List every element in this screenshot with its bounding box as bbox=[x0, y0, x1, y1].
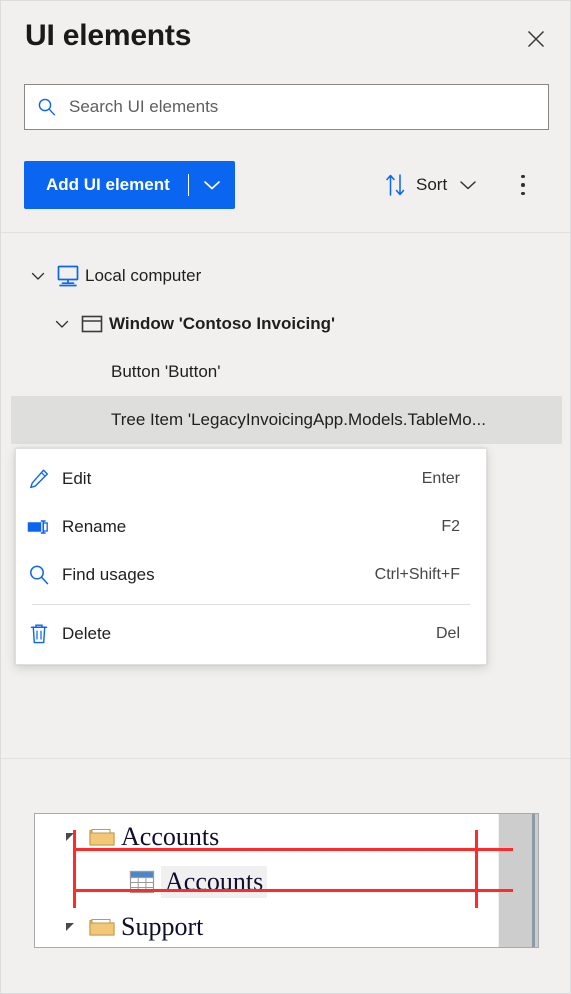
preview-row: Support bbox=[35, 904, 538, 947]
close-button[interactable] bbox=[518, 21, 554, 57]
search-input[interactable] bbox=[69, 97, 509, 117]
element-preview-pane: Accounts Accounts Support bbox=[1, 758, 570, 993]
more-vertical-icon bbox=[521, 172, 525, 198]
rename-icon bbox=[16, 517, 62, 537]
menu-item-edit[interactable]: Edit Enter bbox=[16, 455, 486, 503]
menu-item-label: Delete bbox=[62, 624, 112, 643]
triangle-expanded-icon bbox=[57, 830, 83, 844]
sort-label: Sort bbox=[416, 175, 448, 194]
tree-row-selected[interactable]: Tree Item 'LegacyInvoicingApp.Models.Tab… bbox=[11, 396, 562, 444]
tree-item-label: Local computer bbox=[85, 266, 202, 285]
chevron-down-icon[interactable] bbox=[49, 319, 75, 329]
menu-item-label: Find usages bbox=[62, 565, 155, 584]
preview-scrollbar bbox=[498, 814, 538, 947]
add-ui-element-button[interactable]: Add UI element bbox=[24, 161, 235, 209]
preview-row-label: Support bbox=[121, 911, 204, 941]
ui-elements-panel: UI elements Add UI element bbox=[0, 0, 571, 994]
search-icon bbox=[25, 97, 69, 117]
panel-header: UI elements Add UI element bbox=[1, 1, 570, 233]
tree-item-label: Button 'Button' bbox=[111, 362, 221, 381]
sort-arrows-icon bbox=[385, 173, 407, 197]
tree-row[interactable]: Button 'Button' bbox=[1, 348, 570, 396]
more-options-button[interactable] bbox=[507, 168, 539, 202]
page-title: UI elements bbox=[25, 19, 192, 52]
preview-row-label: Accounts bbox=[121, 821, 220, 851]
annotation-line-right bbox=[475, 830, 478, 908]
context-menu: Edit Enter Rename F2 Find usages Ctrl+Sh… bbox=[15, 448, 487, 665]
annotation-line-bottom bbox=[73, 889, 513, 892]
monitor-icon bbox=[51, 264, 85, 288]
menu-item-shortcut: Del bbox=[435, 625, 460, 642]
menu-item-shortcut: Enter bbox=[421, 470, 460, 487]
search-icon bbox=[16, 564, 62, 586]
folder-icon bbox=[83, 915, 121, 939]
triangle-expanded-icon bbox=[57, 920, 83, 934]
tree-item-label: Tree Item 'LegacyInvoicingApp.Models.Tab… bbox=[111, 410, 486, 429]
add-ui-element-dropdown[interactable] bbox=[189, 161, 235, 209]
annotation-line-left bbox=[73, 830, 76, 908]
tree-row[interactable]: Window 'Contoso Invoicing' bbox=[1, 300, 570, 348]
chevron-down-icon bbox=[203, 181, 220, 190]
preview-row-label: Accounts bbox=[161, 865, 268, 898]
element-preview-image: Accounts Accounts Support bbox=[34, 813, 539, 948]
sort-dropdown[interactable] bbox=[459, 179, 477, 191]
search-box[interactable] bbox=[24, 84, 549, 130]
tree-row[interactable]: Local computer bbox=[1, 252, 570, 300]
menu-item-rename[interactable]: Rename F2 bbox=[16, 503, 486, 551]
chevron-down-icon[interactable] bbox=[25, 271, 51, 281]
trash-icon bbox=[16, 623, 62, 645]
chevron-down-icon bbox=[460, 181, 476, 190]
preview-row: Accounts bbox=[35, 814, 538, 859]
menu-separator bbox=[32, 604, 470, 605]
tree-item-label: Window 'Contoso Invoicing' bbox=[109, 314, 336, 333]
menu-item-delete[interactable]: Delete Del bbox=[16, 610, 486, 658]
menu-item-shortcut: Ctrl+Shift+F bbox=[374, 566, 460, 583]
preview-row-selected: Accounts bbox=[35, 859, 538, 904]
window-icon bbox=[75, 314, 109, 334]
menu-item-label: Rename bbox=[62, 517, 127, 536]
menu-item-shortcut: F2 bbox=[441, 518, 460, 535]
menu-item-label: Edit bbox=[62, 469, 92, 488]
annotation-line-top bbox=[73, 848, 513, 851]
sort-button[interactable]: Sort bbox=[385, 168, 477, 202]
folder-icon bbox=[83, 825, 121, 849]
pencil-icon bbox=[16, 468, 62, 490]
menu-item-find-usages[interactable]: Find usages Ctrl+Shift+F bbox=[16, 551, 486, 599]
add-ui-element-label: Add UI element bbox=[46, 175, 170, 194]
close-icon bbox=[527, 30, 545, 48]
